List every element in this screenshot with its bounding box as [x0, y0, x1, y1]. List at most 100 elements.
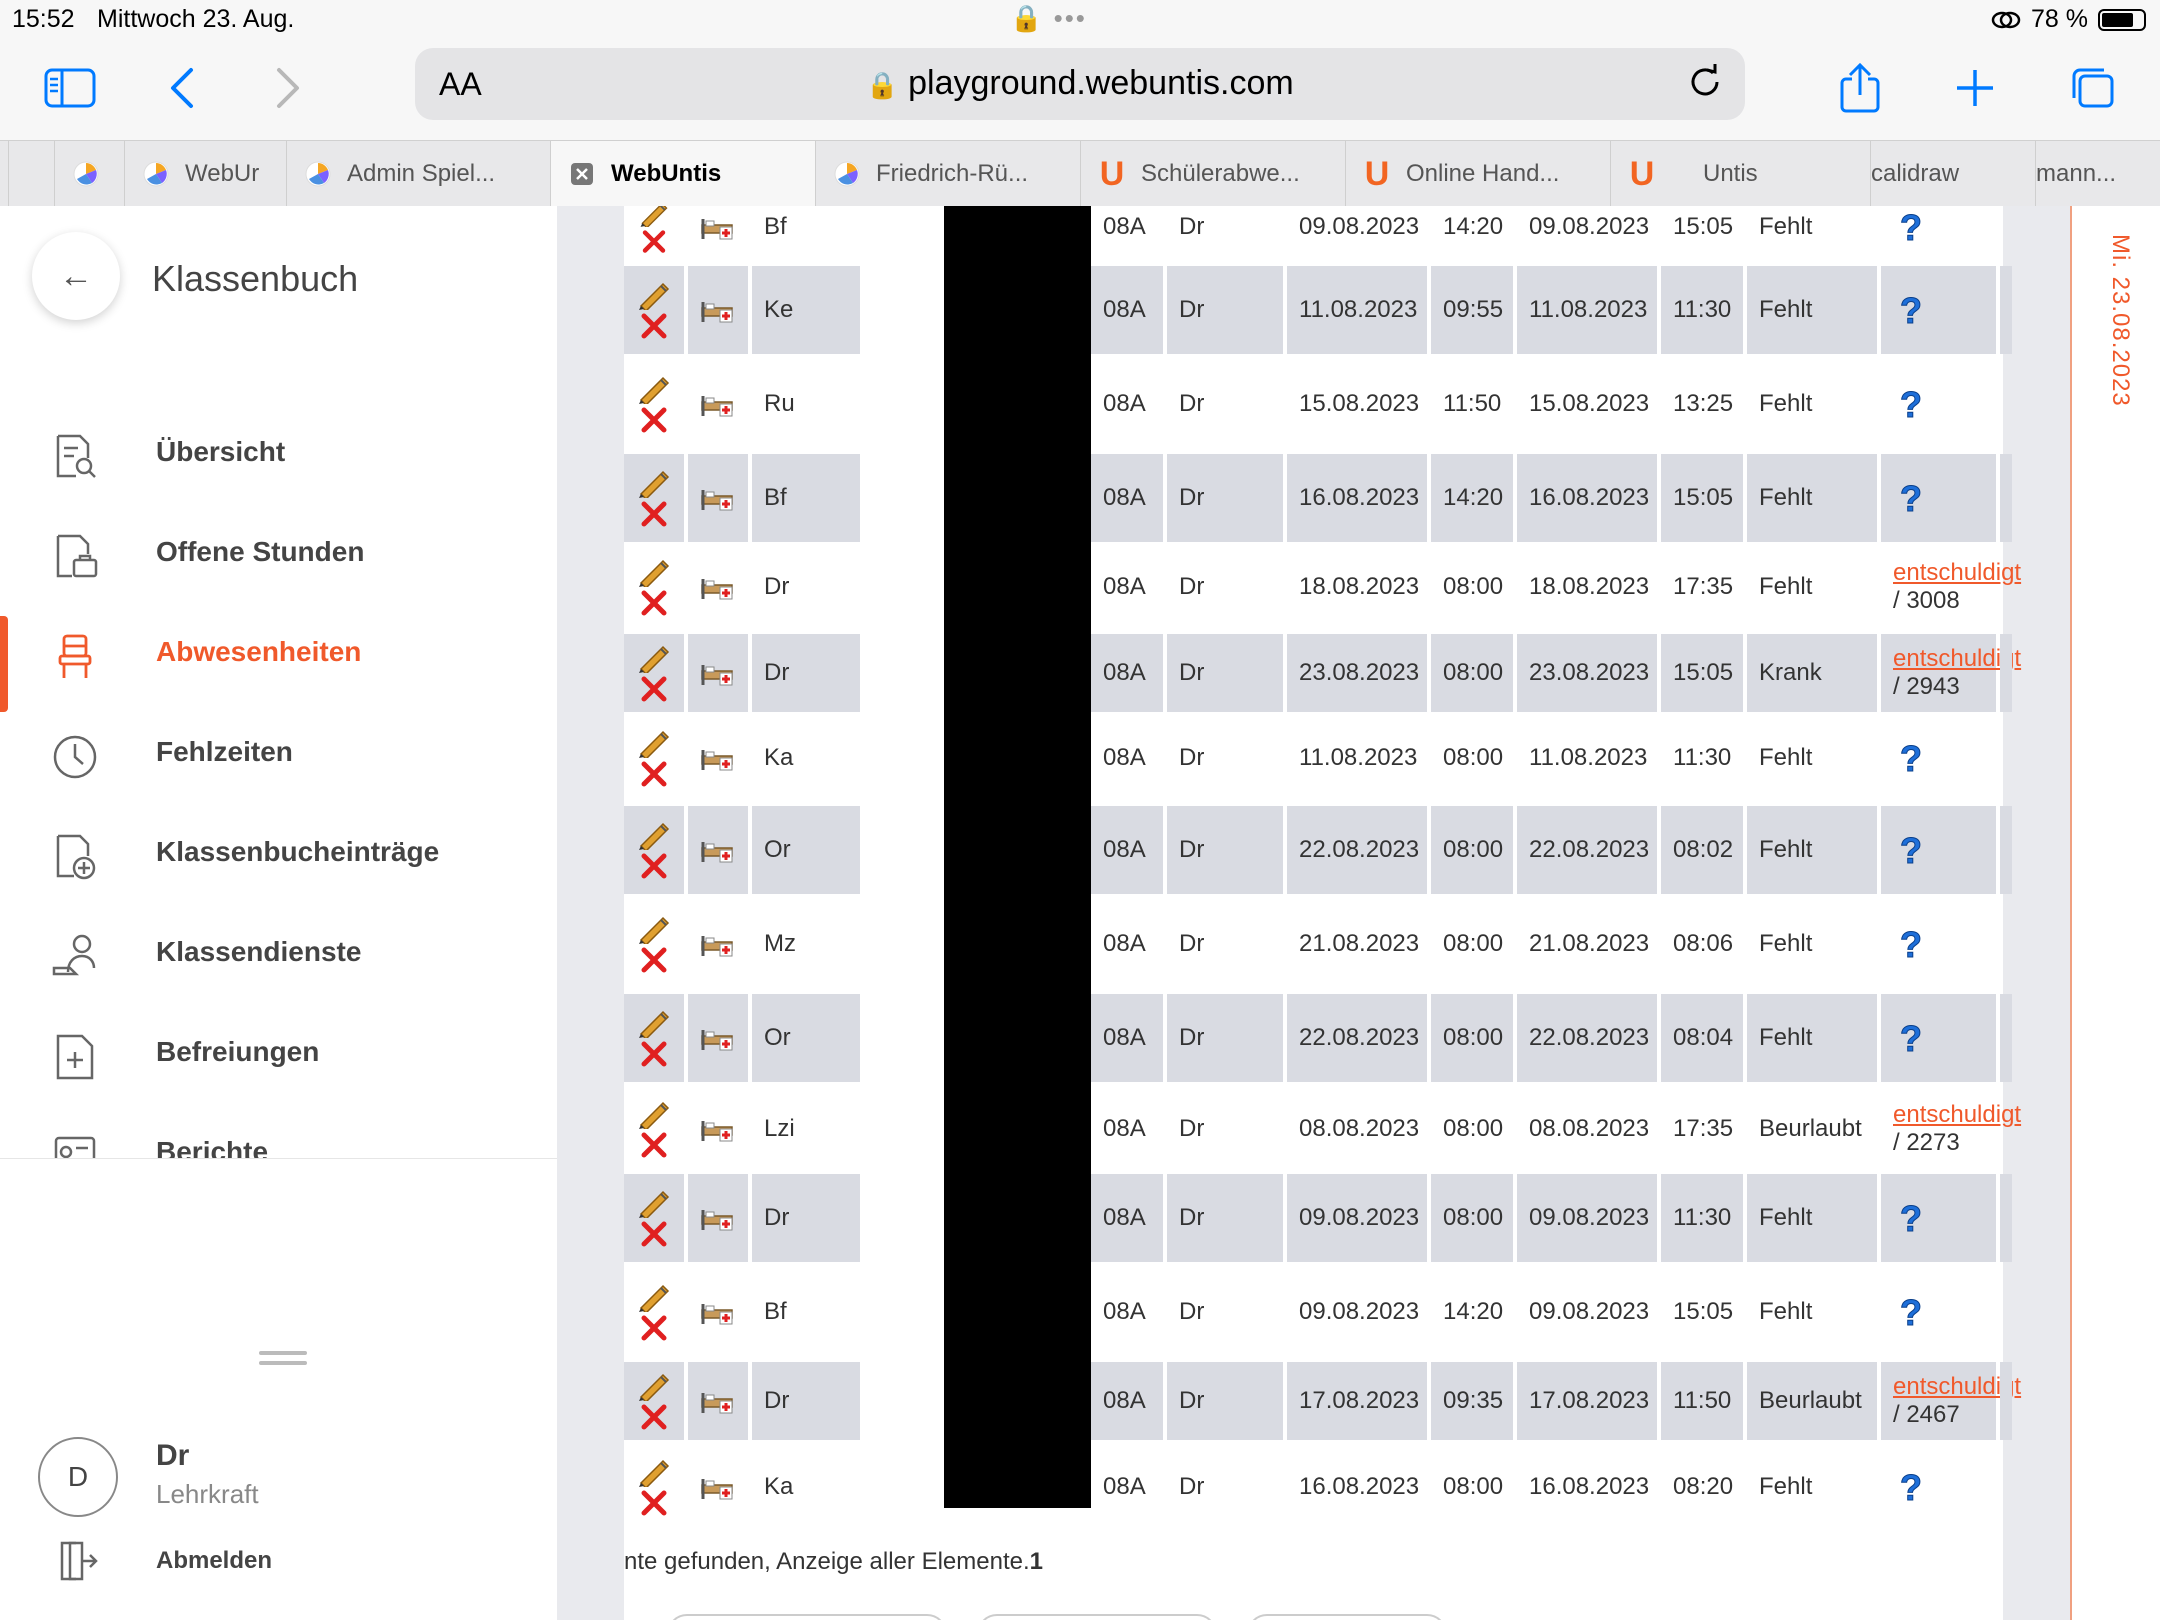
cell-to-date: 17.08.2023	[1517, 1362, 1657, 1440]
pencil-icon[interactable]	[637, 1282, 671, 1312]
tab-overview-icon[interactable]	[2062, 58, 2122, 118]
pencil-icon[interactable]	[637, 643, 671, 673]
share-icon[interactable]	[1830, 58, 1890, 118]
delete-x-icon[interactable]	[640, 675, 668, 703]
reload-icon[interactable]	[1685, 62, 1725, 107]
delete-x-icon[interactable]	[640, 946, 668, 974]
sick-bed-icon[interactable]	[700, 1204, 736, 1232]
forward-arrow-icon[interactable]	[258, 58, 318, 118]
nav-item-abwesenheiten[interactable]: Abwesenheiten	[0, 614, 557, 712]
pencil-icon[interactable]	[637, 728, 671, 758]
question-mark-icon[interactable]: ?	[1895, 926, 1927, 962]
tab-10[interactable]: mann...	[2035, 141, 2160, 207]
sidebar-toggle-icon[interactable]	[40, 58, 100, 118]
question-mark-icon[interactable]: ?	[1895, 386, 1927, 422]
pencil-icon[interactable]	[637, 206, 671, 227]
pencil-icon[interactable]	[637, 1457, 671, 1487]
question-mark-icon[interactable]: ?	[1895, 1294, 1927, 1330]
pencil-icon[interactable]	[637, 1008, 671, 1038]
tab-8[interactable]: U Untis	[1610, 141, 1870, 207]
nav-item-befreiungen[interactable]: Befreiungen	[0, 1014, 557, 1094]
close-tab-icon[interactable]	[567, 159, 597, 189]
delete-x-icon[interactable]	[640, 1403, 668, 1431]
new-tab-icon[interactable]	[1945, 58, 2005, 118]
delete-x-icon[interactable]	[640, 1314, 668, 1342]
tab-webuntis-active[interactable]: WebUntis	[550, 141, 815, 207]
delete-x-icon[interactable]	[640, 312, 668, 340]
pencil-icon[interactable]	[637, 1371, 671, 1401]
nav-item-fehlzeiten[interactable]: Fehlzeiten	[0, 714, 557, 794]
svg-text:?: ?	[1900, 1020, 1922, 1056]
pencil-icon[interactable]	[637, 374, 671, 404]
question-mark-icon[interactable]: ?	[1895, 209, 1927, 245]
question-mark-icon[interactable]: ?	[1895, 480, 1927, 516]
tab-1[interactable]	[54, 141, 124, 207]
sick-bed-icon[interactable]	[700, 930, 736, 958]
multitasking-dots-icon[interactable]: 🔒 •••	[1010, 3, 1087, 34]
sick-bed-icon[interactable]	[700, 1024, 736, 1052]
delete-x-icon[interactable]	[640, 1131, 668, 1159]
address-bar[interactable]: AA 🔒 playground.webuntis.com	[415, 48, 1745, 120]
tab-6[interactable]: U Schülerabwe...	[1080, 141, 1345, 207]
pencil-icon[interactable]	[637, 1188, 671, 1218]
tab-9[interactable]: calidraw	[1870, 141, 2035, 207]
url-display[interactable]: 🔒 playground.webuntis.com	[415, 64, 1745, 103]
delete-x-icon[interactable]	[640, 229, 668, 254]
pencil-icon[interactable]	[637, 557, 671, 587]
sick-bed-icon[interactable]	[700, 1115, 736, 1143]
tab-3[interactable]: Admin Spiel...	[286, 141, 550, 207]
delete-x-icon[interactable]	[640, 852, 668, 880]
open-lessons-icon	[56, 534, 98, 578]
pencil-icon[interactable]	[637, 820, 671, 850]
question-mark-icon[interactable]: ?	[1895, 832, 1927, 868]
nav-item-klassendienste[interactable]: Klassendienste	[0, 914, 557, 994]
question-mark-icon[interactable]: ?	[1895, 740, 1927, 776]
footer-button-3[interactable]	[1247, 1614, 1447, 1620]
pencil-icon[interactable]	[637, 1099, 671, 1129]
avatar[interactable]: D	[38, 1437, 118, 1517]
tab-pinned[interactable]	[8, 141, 54, 207]
back-button[interactable]: ←	[32, 232, 120, 320]
delete-x-icon[interactable]	[640, 589, 668, 617]
nav-item-uebersicht[interactable]: Übersicht	[0, 414, 557, 494]
sheet-grabber[interactable]	[259, 1351, 307, 1367]
sick-bed-icon[interactable]	[700, 296, 736, 324]
cell-reason: Fehlt	[1747, 454, 1877, 542]
delete-x-icon[interactable]	[640, 1489, 668, 1517]
sick-bed-icon[interactable]	[700, 1298, 736, 1326]
sick-bed-icon[interactable]	[700, 390, 736, 418]
delete-x-icon[interactable]	[640, 1220, 668, 1248]
sick-bed-icon[interactable]	[700, 1387, 736, 1415]
sick-bed-icon[interactable]	[700, 484, 736, 512]
sick-bed-icon[interactable]	[700, 744, 736, 772]
question-mark-icon[interactable]: ?	[1895, 1469, 1927, 1505]
nav-item-klassenbucheintraege[interactable]: Klassenbucheinträge	[0, 814, 557, 894]
sick-bed-icon[interactable]	[700, 213, 736, 241]
sick-bed-icon[interactable]	[700, 836, 736, 864]
back-arrow-icon[interactable]	[152, 58, 212, 118]
footer-button-2[interactable]	[977, 1614, 1217, 1620]
question-mark-icon[interactable]: ?	[1895, 292, 1927, 328]
pencil-icon[interactable]	[637, 468, 671, 498]
cell-to-date: 11.08.2023	[1517, 266, 1657, 354]
pencil-icon[interactable]	[637, 280, 671, 310]
tab-5[interactable]: Friedrich-Rü...	[815, 141, 1080, 207]
nav-item-offene-stunden[interactable]: Offene Stunden	[0, 514, 557, 594]
delete-x-icon[interactable]	[640, 406, 668, 434]
delete-x-icon[interactable]	[640, 1040, 668, 1068]
delete-x-icon[interactable]	[640, 500, 668, 528]
tab-7[interactable]: U Online Hand...	[1345, 141, 1610, 207]
sick-bed-icon[interactable]	[700, 659, 736, 687]
sick-bed-icon[interactable]	[700, 573, 736, 601]
tab-2[interactable]: WebUr	[124, 141, 286, 207]
status-cell: entschuldigt/ 3008	[1881, 546, 2021, 628]
edit-delete-cell	[624, 1268, 684, 1356]
sick-bed-icon[interactable]	[700, 1473, 736, 1501]
delete-x-icon[interactable]	[640, 760, 668, 788]
logout-button[interactable]: Abmelden	[156, 1547, 272, 1575]
question-mark-icon[interactable]: ?	[1895, 1200, 1927, 1236]
pencil-icon[interactable]	[637, 914, 671, 944]
question-mark-icon[interactable]: ?	[1895, 1020, 1927, 1056]
footer-button-1[interactable]	[667, 1614, 947, 1620]
logout-icon[interactable]	[56, 1539, 100, 1583]
